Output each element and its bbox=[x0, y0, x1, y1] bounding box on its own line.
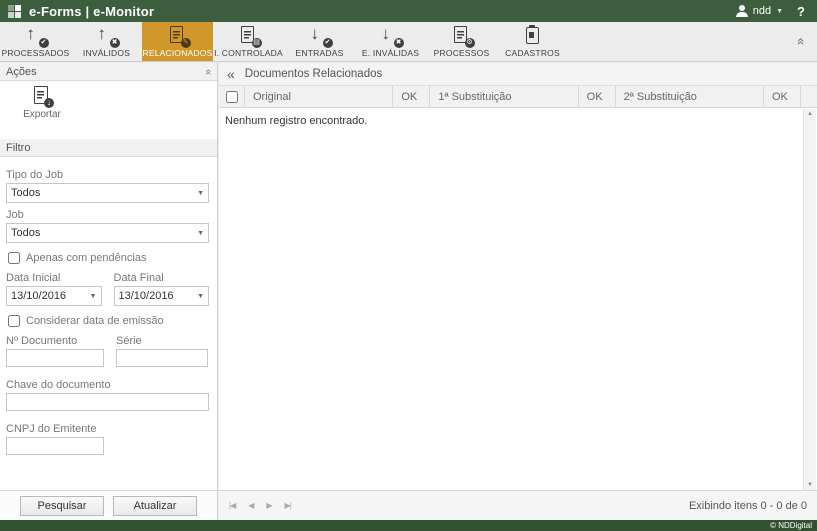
vertical-scrollbar[interactable]: ▲ ▼ bbox=[803, 109, 816, 490]
column-ok-2[interactable]: OK bbox=[579, 86, 616, 107]
column-ok-1[interactable]: OK bbox=[393, 86, 430, 107]
considerar-emissao-label: Considerar data de emissão bbox=[26, 315, 164, 327]
column-1a-substituicao[interactable]: 1ª Substituição bbox=[430, 86, 578, 107]
copyright-text: © NDDigital bbox=[770, 521, 812, 530]
app-header: e-Forms | e-Monitor ndd ▼ ? bbox=[0, 0, 817, 22]
column-ok-3[interactable]: OK bbox=[764, 86, 801, 107]
toolbar-collapse-icon[interactable]: « bbox=[794, 38, 809, 45]
user-icon bbox=[736, 5, 748, 17]
pager: |◀ ◀ ▶ ▶| bbox=[229, 501, 291, 510]
document-print-icon: ▤ bbox=[239, 26, 259, 46]
tab-processos[interactable]: ⚙ PROCESSOS bbox=[426, 22, 497, 61]
data-inicial-picker[interactable]: 13/10/2016 ▼ bbox=[6, 286, 102, 306]
export-document-icon: ↓ bbox=[33, 86, 51, 106]
serie-label: Série bbox=[116, 335, 208, 347]
atualizar-button[interactable]: Atualizar bbox=[113, 496, 197, 516]
pesquisar-button[interactable]: Pesquisar bbox=[20, 496, 104, 516]
cnpj-emitente-input[interactable] bbox=[6, 437, 104, 455]
tipo-do-job-label: Tipo do Job bbox=[6, 169, 209, 181]
job-label: Job bbox=[6, 209, 209, 221]
column-2a-substituicao[interactable]: 2ª Substituição bbox=[616, 86, 764, 107]
upload-cross-icon: ↑✖ bbox=[97, 26, 117, 46]
tab-e-invalidas[interactable]: ↓✖ E. INVÁLIDAS bbox=[355, 22, 426, 61]
cnpj-label: CNPJ do Emitente bbox=[6, 423, 209, 435]
filter-form: Tipo do Job Todos ▼ Job Todos ▼ Apenas c… bbox=[0, 157, 217, 455]
column-original[interactable]: Original bbox=[245, 86, 393, 107]
app-footer: © NDDigital bbox=[0, 520, 817, 531]
main-panel: « Documentos Relacionados Original OK 1ª… bbox=[219, 63, 817, 520]
table-header: Original OK 1ª Substituição OK 2ª Substi… bbox=[219, 86, 817, 108]
items-count: Exibindo itens 0 - 0 de 0 bbox=[689, 500, 807, 512]
prev-page-icon[interactable]: ◀ bbox=[248, 501, 253, 510]
upload-check-icon: ↑✔ bbox=[26, 26, 46, 46]
apenas-pendencias-checkbox[interactable] bbox=[8, 252, 20, 264]
table-body: Nenhum registro encontrado. bbox=[219, 109, 802, 490]
tipo-do-job-select[interactable]: Todos ▼ bbox=[6, 183, 209, 203]
filter-panel-title: Filtro bbox=[6, 142, 30, 154]
chevron-down-icon: ▼ bbox=[197, 190, 204, 197]
user-menu[interactable]: ndd ▼ bbox=[736, 5, 783, 17]
select-all-checkbox[interactable] bbox=[226, 91, 238, 103]
tab-cadastros[interactable]: CADASTROS bbox=[497, 22, 568, 61]
chevron-down-icon: ▼ bbox=[90, 293, 97, 300]
chave-label: Chave do documento bbox=[6, 379, 209, 391]
filter-panel-header: Filtro bbox=[0, 139, 217, 157]
document-gear-icon: ⚙ bbox=[452, 26, 472, 46]
data-final-picker[interactable]: 13/10/2016 ▼ bbox=[114, 286, 210, 306]
num-documento-input[interactable] bbox=[6, 349, 104, 367]
ndd-logo-icon bbox=[8, 5, 21, 18]
download-cross-icon: ↓✖ bbox=[381, 26, 401, 46]
tab-relacionados[interactable]: ✎ RELACIONADOS bbox=[142, 22, 213, 61]
first-page-icon[interactable]: |◀ bbox=[229, 501, 235, 510]
sidebar-footer: Pesquisar Atualizar bbox=[0, 490, 217, 520]
scroll-down-icon[interactable]: ▼ bbox=[804, 482, 816, 488]
user-name: ndd bbox=[753, 5, 771, 17]
tab-i-controlada[interactable]: ▤ I. CONTROLADA bbox=[213, 22, 284, 61]
chevron-down-icon: ▼ bbox=[197, 230, 204, 237]
page-title: Documentos Relacionados bbox=[245, 68, 382, 80]
job-select[interactable]: Todos ▼ bbox=[6, 223, 209, 243]
actions-panel-body: ↓ Exportar bbox=[0, 81, 217, 139]
scroll-up-icon[interactable]: ▲ bbox=[804, 111, 816, 117]
scrollbar-spacer bbox=[801, 86, 817, 107]
app-title: e-Forms | e-Monitor bbox=[29, 4, 154, 19]
clipboard-icon bbox=[523, 26, 543, 46]
main-titlebar: « Documentos Relacionados bbox=[219, 63, 817, 86]
considerar-emissao-checkbox[interactable] bbox=[8, 315, 20, 327]
num-documento-label: Nº Documento bbox=[6, 335, 104, 347]
collapse-sidebar-icon[interactable]: « bbox=[227, 66, 235, 82]
select-all-cell bbox=[219, 86, 245, 107]
apenas-pendencias-label: Apenas com pendências bbox=[26, 252, 146, 264]
status-bar: |◀ ◀ ▶ ▶| Exibindo itens 0 - 0 de 0 bbox=[219, 490, 817, 520]
actions-panel-title: Ações bbox=[6, 66, 37, 78]
chevron-down-icon: ▼ bbox=[776, 8, 783, 15]
tab-entradas[interactable]: ↓✔ ENTRADAS bbox=[284, 22, 355, 61]
empty-message: Nenhum registro encontrado. bbox=[219, 109, 802, 133]
document-attach-icon: ✎ bbox=[168, 26, 188, 46]
chevron-down-icon: ▼ bbox=[197, 293, 204, 300]
chave-documento-input[interactable] bbox=[6, 393, 209, 411]
data-final-label: Data Final bbox=[114, 272, 210, 284]
last-page-icon[interactable]: ▶| bbox=[285, 501, 291, 510]
data-inicial-label: Data Inicial bbox=[6, 272, 102, 284]
actions-panel-header: Ações « bbox=[0, 63, 217, 81]
tab-processados[interactable]: ↑✔ PROCESSADOS bbox=[0, 22, 71, 61]
help-button[interactable]: ? bbox=[793, 4, 809, 19]
next-page-icon[interactable]: ▶ bbox=[266, 501, 271, 510]
download-check-icon: ↓✔ bbox=[310, 26, 330, 46]
tab-invalidos[interactable]: ↑✖ INVÁLIDOS bbox=[71, 22, 142, 61]
export-button[interactable]: ↓ Exportar bbox=[18, 86, 66, 120]
main-toolbar: ↑✔ PROCESSADOS ↑✖ INVÁLIDOS ✎ RELACIONAD… bbox=[0, 22, 817, 62]
serie-input[interactable] bbox=[116, 349, 208, 367]
actions-collapse-icon[interactable]: « bbox=[202, 68, 214, 74]
sidebar: Ações « ↓ Exportar Filtro Tipo do Job To… bbox=[0, 63, 218, 520]
